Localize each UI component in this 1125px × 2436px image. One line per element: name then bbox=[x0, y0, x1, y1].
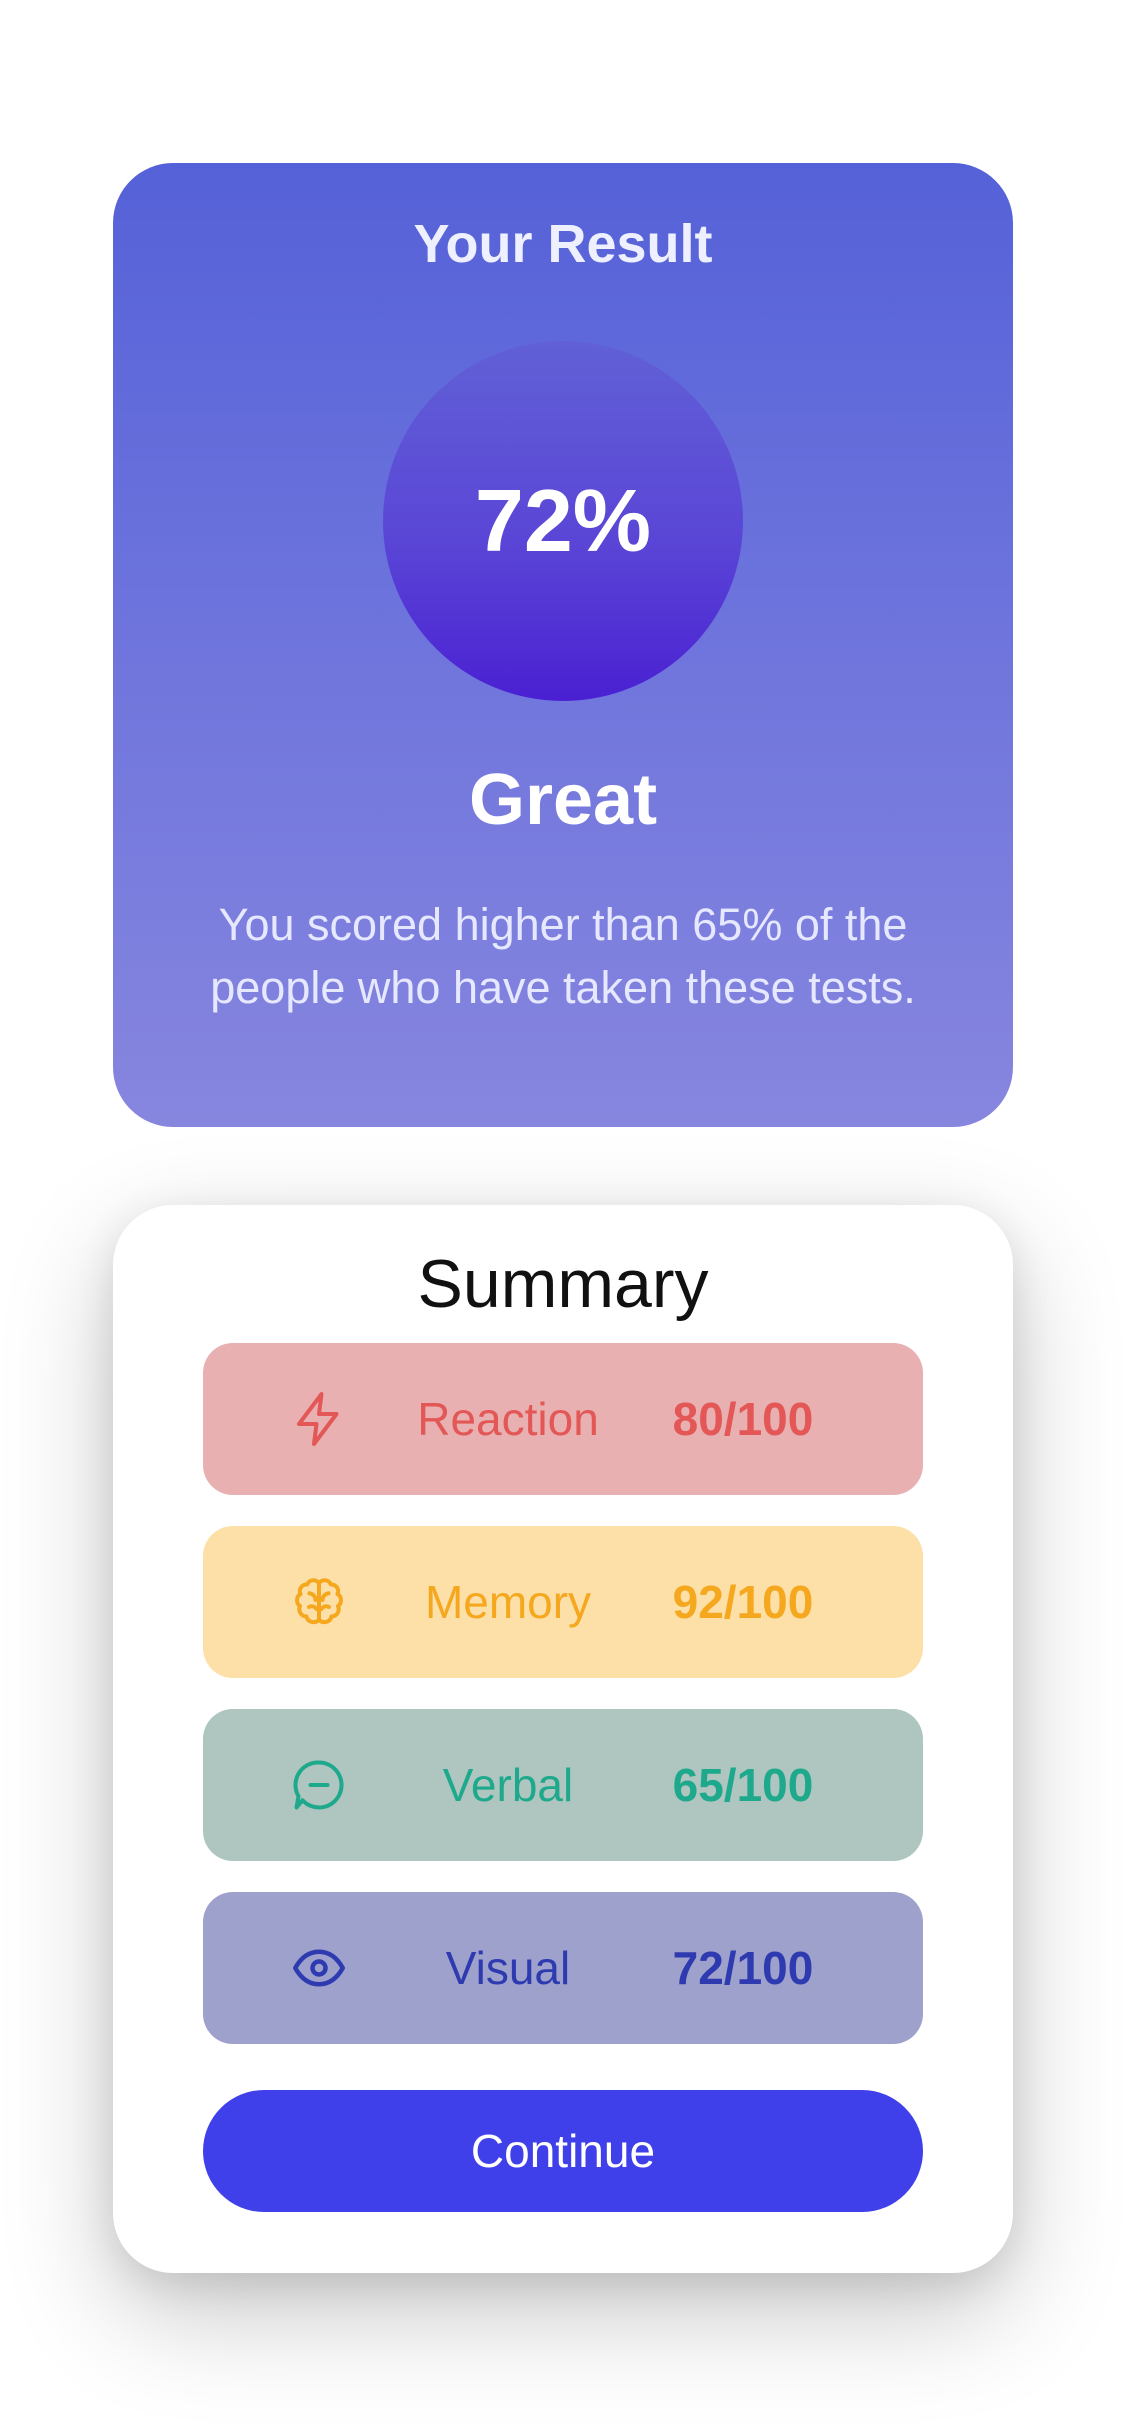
result-title: Your Result bbox=[413, 214, 713, 274]
summary-row-score: 65/100 bbox=[672, 1759, 814, 1811]
result-description: You scored higher than 65% of the people… bbox=[210, 899, 916, 1013]
summary-row-visual: Visual 72/100 bbox=[203, 1892, 923, 2044]
summary-title: Summary bbox=[417, 1246, 709, 1322]
summary-row-verbal: Verbal 65/100 bbox=[203, 1709, 923, 1861]
summary-row-reaction: Reaction 80/100 bbox=[203, 1343, 923, 1495]
continue-button[interactable]: Continue bbox=[203, 2090, 923, 2212]
rating-label: Great bbox=[468, 760, 658, 840]
summary-row-label: Verbal bbox=[442, 1759, 574, 1811]
brain-icon bbox=[289, 1572, 349, 1632]
chat-bubble-icon bbox=[289, 1755, 349, 1815]
summary-row-label: Memory bbox=[424, 1576, 592, 1628]
summary-row-score: 92/100 bbox=[672, 1576, 814, 1628]
summary-row-label: Reaction bbox=[417, 1393, 599, 1445]
summary-row-score: 72/100 bbox=[672, 1942, 814, 1994]
eye-icon bbox=[289, 1938, 349, 1998]
result-card: Your Result 72% Great You scored higher … bbox=[113, 163, 1013, 1127]
score-circle: 72% bbox=[383, 341, 743, 701]
lightning-icon bbox=[289, 1389, 349, 1449]
summary-row-label: Visual bbox=[445, 1942, 571, 1994]
score-value: 72% bbox=[474, 471, 652, 570]
summary-row-score: 80/100 bbox=[672, 1393, 814, 1445]
summary-row-memory: Memory 92/100 bbox=[203, 1526, 923, 1678]
summary-card: Summary Reaction 80/100 Memory 92/100 Ve… bbox=[113, 1205, 1013, 2273]
